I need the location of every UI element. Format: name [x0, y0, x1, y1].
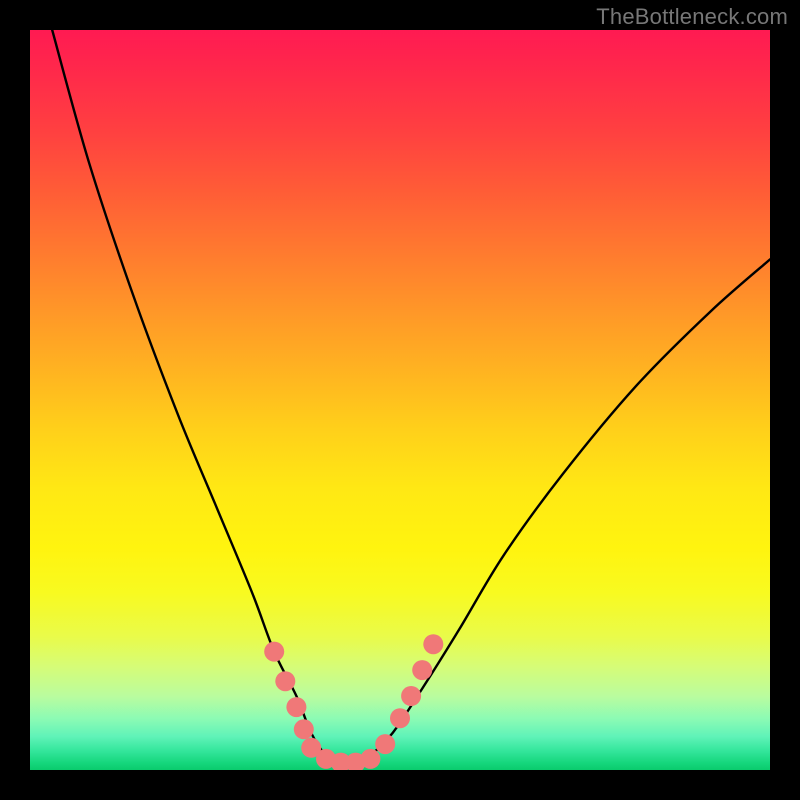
curve-marker — [412, 660, 432, 680]
chart-frame: TheBottleneck.com — [0, 0, 800, 800]
curve-marker — [264, 642, 284, 662]
curve-marker — [423, 634, 443, 654]
curve-marker — [390, 708, 410, 728]
curve-marker — [294, 719, 314, 739]
plot-area — [30, 30, 770, 770]
curve-marker — [275, 671, 295, 691]
chart-svg — [30, 30, 770, 770]
curve-marker — [360, 749, 380, 769]
watermark-label: TheBottleneck.com — [596, 4, 788, 30]
curve-marker — [286, 697, 306, 717]
curve-marker — [375, 734, 395, 754]
curve-marker — [401, 686, 421, 706]
curve-markers — [264, 634, 443, 770]
bottleneck-curve — [52, 30, 770, 764]
